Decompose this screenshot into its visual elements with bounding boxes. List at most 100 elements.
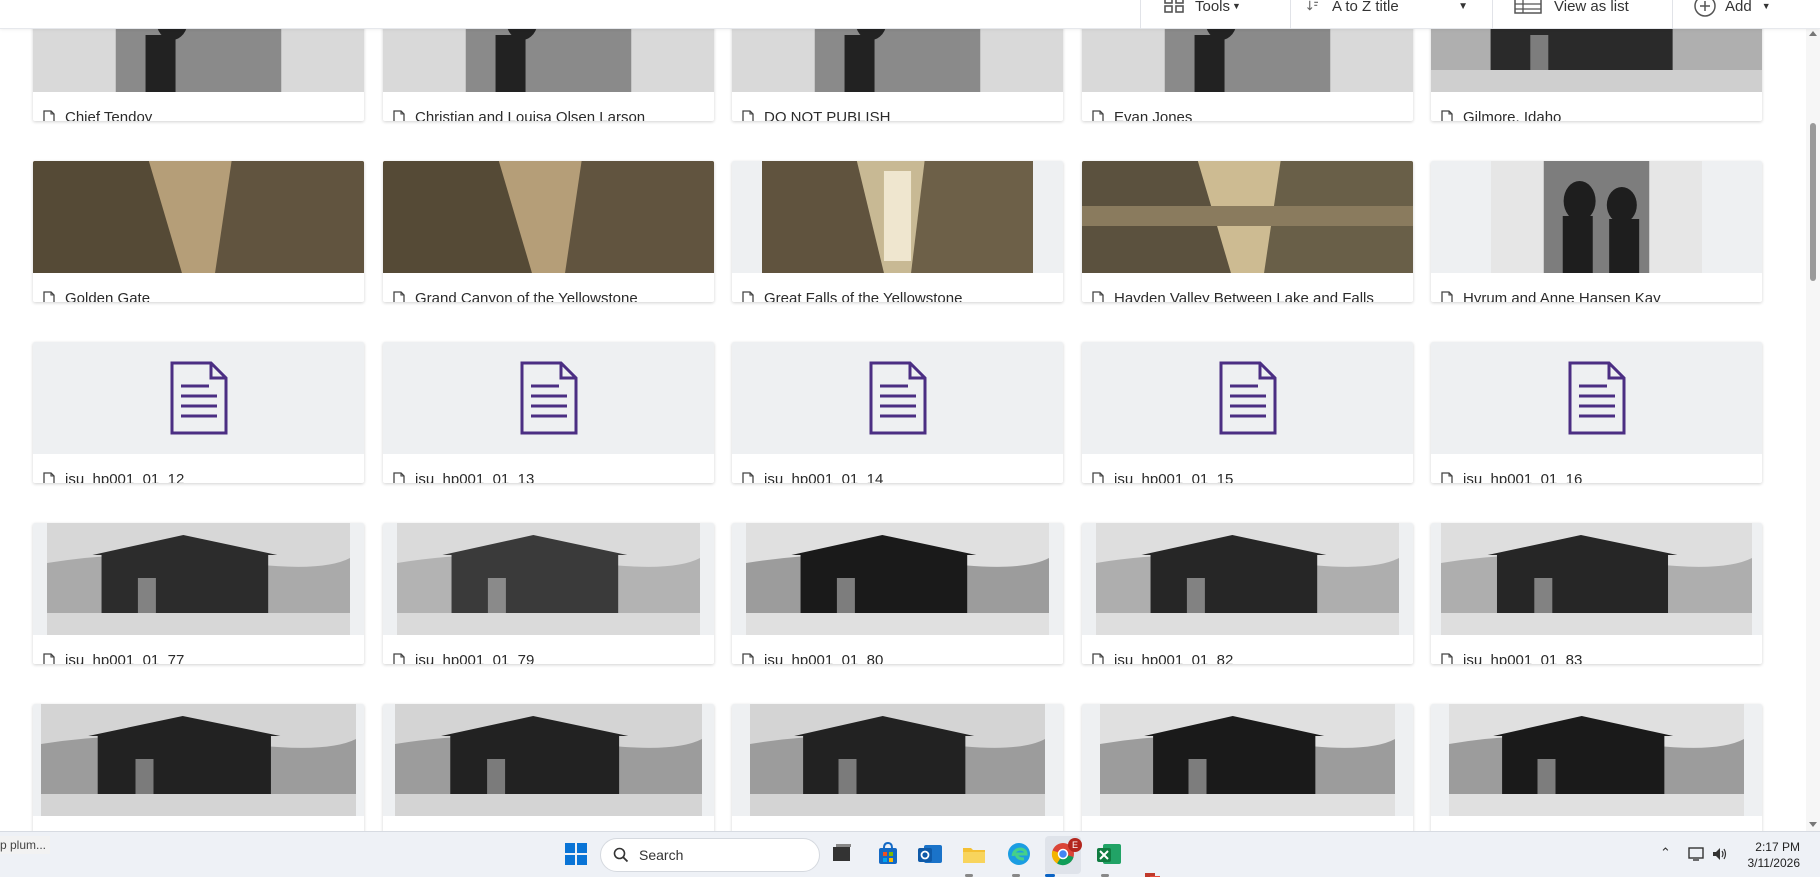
media-card[interactable]: isu_hp001_01_80 [732, 523, 1063, 664]
network-icon[interactable] [1688, 846, 1706, 862]
card-caption[interactable]: Hyrum and Anne Hansen Kay [1431, 273, 1762, 302]
card-thumbnail[interactable] [1431, 342, 1762, 454]
card-thumbnail[interactable] [1082, 161, 1413, 273]
tools-menu-button[interactable]: Tools ▼ [1163, 0, 1241, 18]
media-card[interactable]: isu_hp001_01_15 [1082, 342, 1413, 483]
toolbar-divider [1672, 0, 1673, 29]
media-card[interactable]: isu_hp001_01_77 [33, 523, 364, 664]
card-title: isu_hp001_01_79 [415, 651, 535, 665]
card-caption[interactable]: isu_hp001_01_92 [1431, 816, 1762, 831]
card-caption[interactable]: isu_hp001_01_77 [33, 635, 364, 664]
card-thumbnail[interactable] [33, 523, 364, 635]
list-view-icon [1514, 0, 1542, 14]
card-caption[interactable]: isu_hp001_01_12 [33, 454, 364, 483]
system-clock[interactable]: 2:17 PM 3/11/2026 [1748, 839, 1801, 871]
task-view-icon[interactable] [828, 840, 856, 868]
card-title: Grand Canyon of the Yellowstone [415, 289, 638, 303]
media-grid-scroll-area[interactable]: Chief Tendoy Christian and Louisa Olsen L… [0, 0, 1806, 831]
card-caption[interactable]: Hayden Valley Between Lake and Falls [1082, 273, 1413, 302]
media-card[interactable]: isu_hp001_01_92 [1431, 704, 1762, 831]
card-caption[interactable]: isu_hp001_01_82 [1082, 635, 1413, 664]
view-as-list-button[interactable]: View as list [1514, 0, 1629, 18]
media-card[interactable]: isu_hp001_01_16 [1431, 342, 1762, 483]
media-card[interactable]: Hayden Valley Between Lake and Falls [1082, 161, 1413, 302]
card-caption[interactable]: Chief Tendoy [33, 92, 364, 121]
card-caption[interactable]: Christian and Louisa Olsen Larson [383, 92, 714, 121]
pinned-app-icon[interactable] [1142, 868, 1164, 877]
media-card[interactable]: isu_hp001_01_86 [732, 704, 1063, 831]
card-caption[interactable]: DO NOT PUBLISH [732, 92, 1063, 121]
card-caption[interactable]: isu_hp001_01_83 [1431, 635, 1762, 664]
card-thumbnail[interactable] [732, 161, 1063, 273]
media-card[interactable]: isu_hp001_01_89 [1082, 704, 1413, 831]
sort-select[interactable]: A to Z title ▼ [1306, 0, 1468, 18]
sort-label: A to Z title [1332, 0, 1399, 15]
card-caption[interactable]: isu_hp001_01_84 [33, 816, 364, 831]
photo-thumbnail-image [47, 523, 350, 635]
store-icon[interactable] [874, 840, 902, 868]
media-card[interactable]: Golden Gate [33, 161, 364, 302]
card-caption[interactable]: isu_hp001_01_85 [383, 816, 714, 831]
card-thumbnail[interactable] [732, 704, 1063, 816]
card-caption[interactable]: isu_hp001_01_89 [1082, 816, 1413, 831]
card-title: Great Falls of the Yellowstone [764, 289, 963, 303]
file-icon [393, 290, 405, 302]
media-card[interactable]: isu_hp001_01_83 [1431, 523, 1762, 664]
windows-start-icon[interactable] [562, 840, 590, 868]
card-caption[interactable]: Great Falls of the Yellowstone [732, 273, 1063, 302]
toolbar-divider [1140, 0, 1141, 29]
media-card[interactable]: isu_hp001_01_82 [1082, 523, 1413, 664]
taskbar-search-box[interactable]: Search [600, 838, 820, 872]
card-thumbnail[interactable] [1431, 704, 1762, 816]
card-thumbnail[interactable] [33, 161, 364, 273]
card-caption[interactable]: isu_hp001_01_79 [383, 635, 714, 664]
card-caption[interactable]: Gilmore, Idaho [1431, 92, 1762, 121]
media-card[interactable]: isu_hp001_01_84 [33, 704, 364, 831]
media-card[interactable]: isu_hp001_01_85 [383, 704, 714, 831]
scroll-up-arrow-icon[interactable] [1809, 31, 1817, 36]
photo-thumbnail-image [33, 161, 364, 273]
card-caption[interactable]: Evan Jones [1082, 92, 1413, 121]
card-caption[interactable]: Grand Canyon of the Yellowstone [383, 273, 714, 302]
volume-icon[interactable] [1711, 846, 1729, 862]
scroll-down-arrow-icon[interactable] [1809, 822, 1817, 827]
card-caption[interactable]: isu_hp001_01_14 [732, 454, 1063, 483]
card-thumbnail[interactable] [383, 704, 714, 816]
edge-icon[interactable] [1005, 840, 1033, 868]
card-thumbnail[interactable] [1431, 523, 1762, 635]
card-thumbnail[interactable] [383, 523, 714, 635]
card-thumbnail[interactable] [383, 161, 714, 273]
card-thumbnail[interactable] [732, 523, 1063, 635]
card-caption[interactable]: isu_hp001_01_13 [383, 454, 714, 483]
card-caption[interactable]: isu_hp001_01_15 [1082, 454, 1413, 483]
card-title: isu_hp001_01_82 [1114, 651, 1234, 665]
card-title: isu_hp001_01_77 [65, 651, 185, 665]
card-thumbnail[interactable] [1431, 161, 1762, 273]
card-thumbnail[interactable] [33, 704, 364, 816]
card-thumbnail[interactable] [732, 342, 1063, 454]
media-card[interactable]: isu_hp001_01_12 [33, 342, 364, 483]
media-card[interactable]: isu_hp001_01_14 [732, 342, 1063, 483]
excel-icon[interactable] [1095, 840, 1123, 868]
media-card[interactable]: isu_hp001_01_79 [383, 523, 714, 664]
file-explorer-icon[interactable] [960, 840, 988, 868]
media-card[interactable]: Hyrum and Anne Hansen Kay [1431, 161, 1762, 302]
card-caption[interactable]: Golden Gate [33, 273, 364, 302]
card-thumbnail[interactable] [1082, 342, 1413, 454]
media-card[interactable]: Great Falls of the Yellowstone [732, 161, 1063, 302]
photo-thumbnail-image [1096, 523, 1399, 635]
media-card[interactable]: isu_hp001_01_13 [383, 342, 714, 483]
scrollbar-thumb[interactable] [1810, 123, 1816, 281]
vertical-scrollbar[interactable] [1806, 29, 1820, 831]
outlook-icon[interactable] [916, 840, 944, 868]
card-caption[interactable]: isu_hp001_01_86 [732, 816, 1063, 831]
card-caption[interactable]: isu_hp001_01_80 [732, 635, 1063, 664]
card-thumbnail[interactable] [1082, 523, 1413, 635]
add-button[interactable]: Add ▼ [1693, 0, 1771, 18]
media-card[interactable]: Grand Canyon of the Yellowstone [383, 161, 714, 302]
chevron-up-icon[interactable]: ⌃ [1660, 845, 1671, 861]
card-thumbnail[interactable] [33, 342, 364, 454]
card-caption[interactable]: isu_hp001_01_16 [1431, 454, 1762, 483]
card-thumbnail[interactable] [1082, 704, 1413, 816]
card-thumbnail[interactable] [383, 342, 714, 454]
